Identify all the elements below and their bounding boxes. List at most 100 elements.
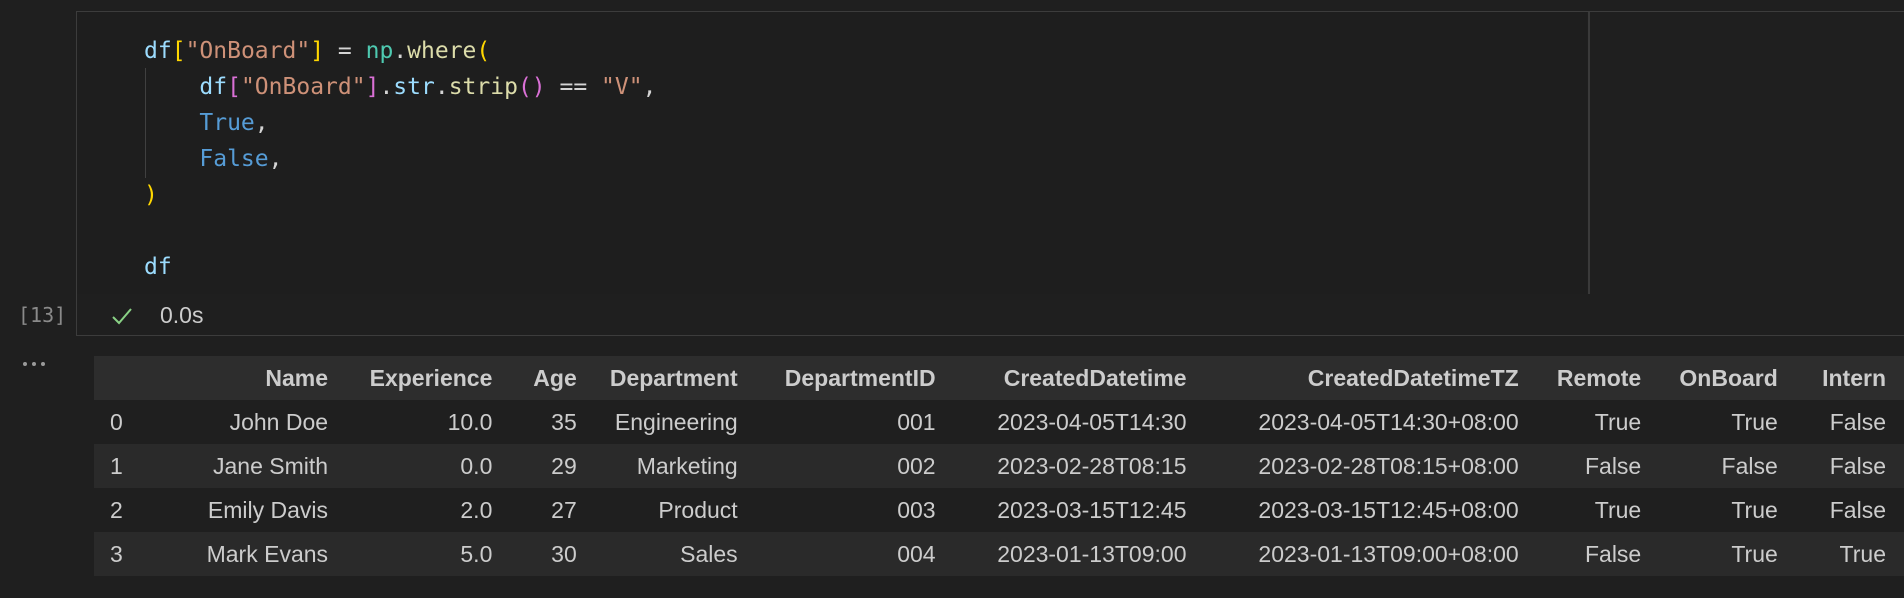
table-cell: True [1537,400,1660,444]
code-token: ( [476,38,491,64]
cell-value: 5.0 [460,540,493,567]
table-cell: 10.0 [346,400,510,444]
table-cell: 2023-04-05T14:30 [954,400,1205,444]
code-token: True [199,110,255,136]
column-header-label: Name [265,364,329,391]
column-header: Remote [1537,356,1660,400]
cell-value: False [1721,452,1778,479]
table-cell: False [1796,488,1904,532]
cell-value: False [1584,540,1642,567]
table-cell: 2023-02-28T08:15+08:00 [1205,444,1537,488]
column-header: Experience [346,356,510,400]
column-header-label: CreatedDatetimeTZ [1307,364,1519,391]
table-cell: False [1659,444,1796,488]
cell-value: 001 [897,408,936,435]
column-header-label: CreatedDatetime [1003,364,1187,391]
code-token: () [517,74,546,100]
column-header-label: Experience [369,364,493,391]
table-cell: 2023-03-15T12:45+08:00 [1205,488,1537,532]
cell-value: 30 [551,540,577,567]
cell-value: True [1594,496,1642,523]
table-cell: 27 [510,488,594,532]
cell-value: 2023-02-28T08:15 [997,452,1187,479]
cell-value: True [1839,540,1886,567]
code-token: , [642,74,657,100]
table-cell: Marketing [595,444,756,488]
table-cell: Jane Smith [159,444,346,488]
index-header [94,356,159,400]
table-cell: 35 [510,400,594,444]
code-line[interactable]: df["OnBoard"] = np.where( [144,33,490,69]
column-header-label: Intern [1822,364,1886,391]
column-header: Department [595,356,756,400]
table-cell: True [1796,532,1904,576]
table-cell: Sales [595,532,756,576]
code-token: [ [227,74,241,100]
cell-value: 002 [897,452,936,479]
table-cell: 2023-01-13T09:00 [954,532,1205,576]
code-token: ] [310,38,325,64]
code-token: [ [171,38,186,64]
column-header: Age [510,356,594,400]
editor-vertical-ruler [1588,12,1590,294]
cell-value: 10.0 [447,408,493,435]
table-cell: True [1659,400,1796,444]
row-index: 1 [94,444,159,488]
table-cell: 001 [756,400,954,444]
table-body: 0 John Doe 10.0 35 Engineering 001 2023-04-05T… [94,400,1904,576]
code-line[interactable]: ) [144,177,158,213]
column-header: DepartmentID [756,356,954,400]
cell-value: 0.0 [460,452,493,479]
table-cell: Product [595,488,756,532]
cell-value: 2023-03-15T12:45 [997,496,1187,523]
code-line[interactable]: True, [144,105,268,141]
cell-value: True [1594,408,1642,435]
cell-value: Sales [680,540,738,567]
table-cell: False [1537,444,1660,488]
code-token: . [434,74,449,100]
table-cell: Emily Davis [159,488,346,532]
row-index: 3 [94,532,159,576]
code-token: df [144,254,172,280]
code-token: where [407,38,477,64]
column-header: CreatedDatetimeTZ [1205,356,1537,400]
cell-value: 2023-01-13T09:00 [997,540,1187,567]
code-token: False [199,146,269,172]
table-cell: John Doe [159,400,346,444]
column-header-label: Remote [1556,364,1642,391]
row-index: 2 [94,488,159,532]
output-more-icon[interactable] [20,354,50,374]
table-cell: False [1796,444,1904,488]
check-icon-glyph [112,308,132,325]
table-header-row: Name Experience Age Department DepartmentID C… [94,356,1904,400]
table-cell: 5.0 [346,532,510,576]
check-icon [110,304,134,328]
code-line[interactable]: df [144,249,172,285]
table-cell: 002 [756,444,954,488]
code-token: = [324,38,366,64]
row-index: 0 [94,400,159,444]
cell-value: 1 [110,452,123,479]
code-line[interactable]: df["OnBoard"].str.strip() == "V", [144,69,656,105]
code-token: == [545,74,602,100]
code-token: , [268,146,283,172]
code-token: "OnBoard" [185,38,311,64]
cell-value: John Doe [229,408,329,435]
cell-value: 2.0 [460,496,493,523]
cell-value: 35 [551,408,577,435]
cell-value: False [1829,496,1886,523]
table-cell: 29 [510,444,594,488]
table-cell: True [1659,488,1796,532]
table-cell: True [1537,488,1660,532]
cell-value: Product [658,496,738,523]
column-header-label: DepartmentID [784,364,936,391]
table-cell: False [1537,532,1660,576]
table-cell: 2023-02-28T08:15 [954,444,1205,488]
cell-value: 003 [897,496,936,523]
cell-value: Engineering [614,408,738,435]
code-line[interactable]: False, [144,141,283,177]
cell-value: 2023-04-05T14:30 [997,408,1187,435]
table-cell: False [1796,400,1904,444]
